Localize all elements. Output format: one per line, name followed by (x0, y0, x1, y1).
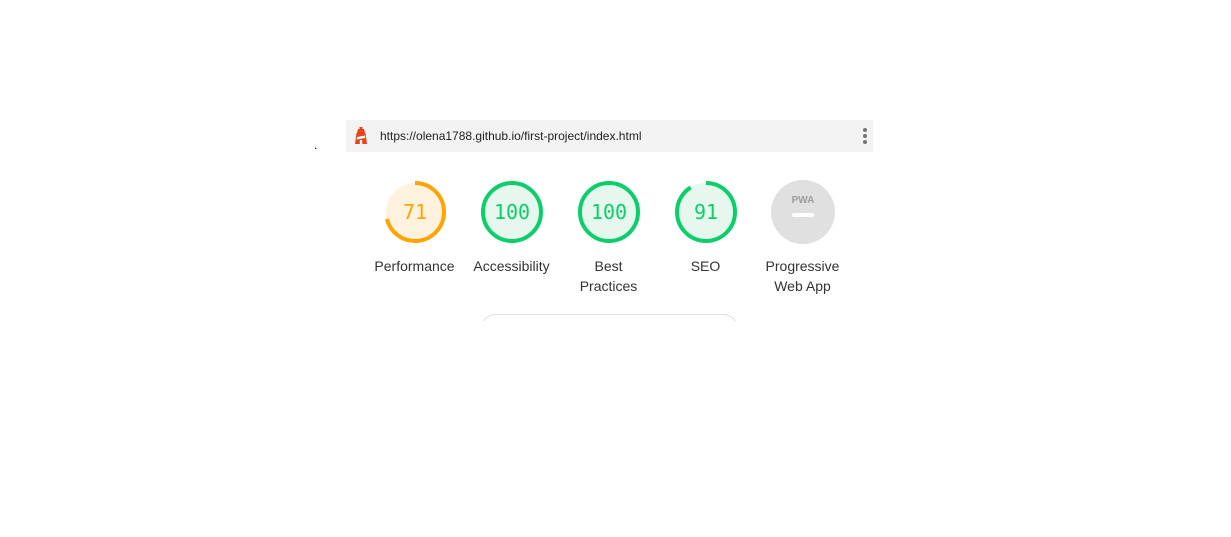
gauge-label: Performance (374, 258, 455, 274)
gauge-score: 100 (493, 200, 529, 224)
gauge-accessibility[interactable]: 100 Accessibility (463, 179, 560, 296)
gauge-score: 91 (693, 200, 717, 224)
gauge-performance-ring: 71 (383, 181, 446, 243)
score-gauges: 71 Performance 100 Accessibility 100 Bes… (366, 179, 851, 296)
gauge-label: SEO (690, 258, 721, 274)
pwa-dash (791, 213, 814, 217)
vertical-dots-icon (863, 128, 867, 132)
gauge-label: Accessibility (473, 258, 550, 274)
pwa-badge-icon: PWA (770, 180, 835, 244)
report-menu-button[interactable] (857, 125, 873, 147)
gauge-seo[interactable]: 91 SEO (657, 179, 754, 296)
gauge-pwa[interactable]: PWA Progressive Web App (754, 179, 851, 296)
gauge-label: Best Practices (579, 258, 638, 294)
report-url[interactable]: https://olena1788.github.io/first-projec… (380, 129, 857, 143)
gauge-score: 100 (590, 200, 626, 224)
gauge-accessibility-ring: 100 (480, 181, 543, 243)
gauge-seo-ring: 91 (674, 181, 737, 243)
pwa-badge-text: PWA (791, 195, 814, 206)
report-topbar: https://olena1788.github.io/first-projec… (346, 120, 873, 152)
pwa-badge-bg (770, 180, 835, 244)
gauge-best-practices-ring: 100 (577, 181, 640, 243)
stray-dot: . (314, 138, 318, 152)
gauge-best-practices[interactable]: 100 Best Practices (560, 179, 657, 296)
gauge-score: 71 (402, 200, 426, 224)
gauge-label: Progressive Web App (765, 258, 840, 294)
lighthouse-icon (355, 127, 367, 144)
gauge-performance[interactable]: 71 Performance (366, 179, 463, 296)
